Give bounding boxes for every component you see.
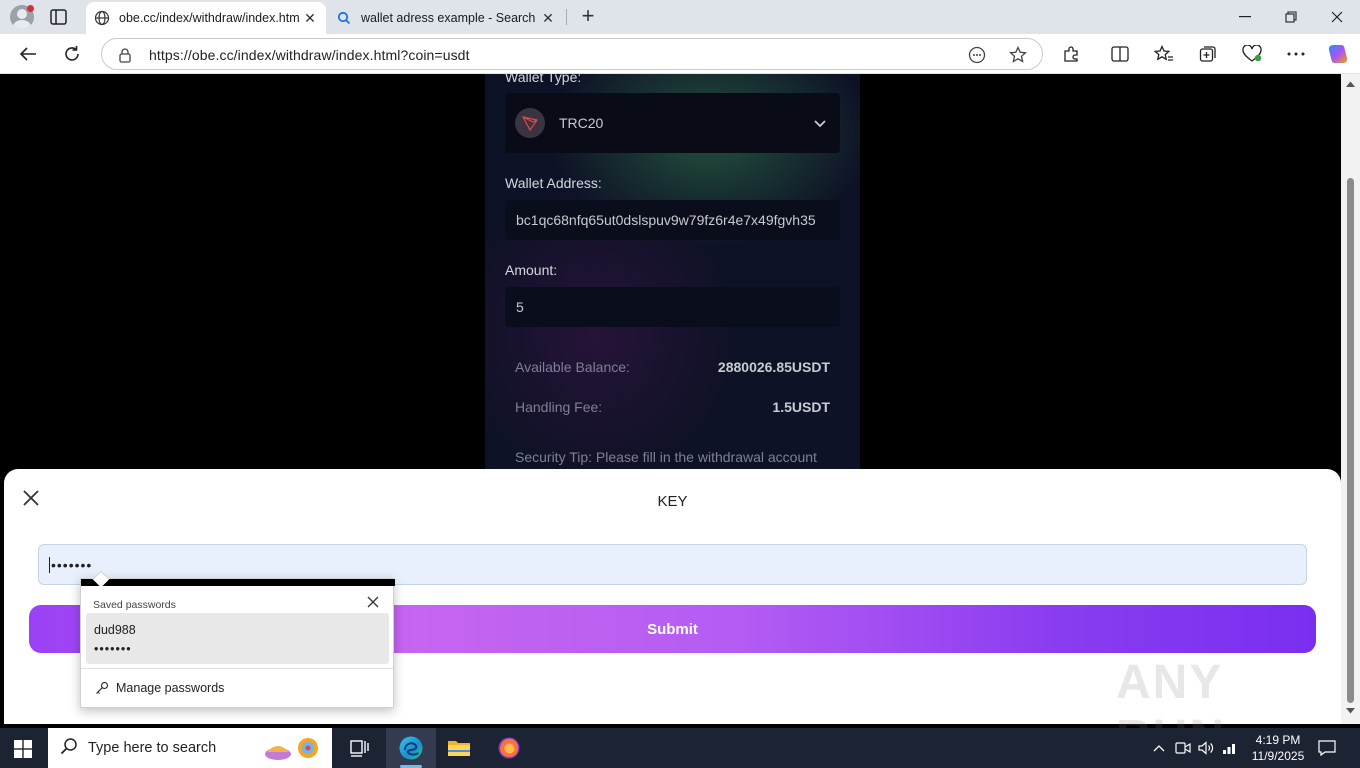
page-scrollbar[interactable] bbox=[1341, 74, 1360, 724]
close-tab-icon[interactable]: ✕ bbox=[538, 8, 558, 28]
amount-input[interactable]: 5 bbox=[505, 287, 840, 327]
tab-separator bbox=[566, 9, 567, 25]
lock-icon[interactable] bbox=[118, 47, 132, 68]
handling-fee-row: Handling Fee: 1.5USDT bbox=[515, 399, 830, 415]
new-tab-icon[interactable]: + bbox=[577, 5, 599, 28]
chevron-up-icon[interactable] bbox=[1150, 739, 1168, 757]
split-screen-icon[interactable] bbox=[1108, 42, 1132, 66]
windows-taskbar: Type here to search 4:19 PM 11/9/2025 bbox=[0, 728, 1360, 768]
collections-icon[interactable] bbox=[1196, 42, 1220, 66]
favorite-star-icon[interactable] bbox=[1008, 45, 1028, 65]
saved-passwords-popup: Saved passwords dud988 ••••••• Manage pa… bbox=[80, 570, 395, 708]
close-tab-icon[interactable]: ✕ bbox=[300, 8, 320, 28]
taskbar-search-box[interactable]: Type here to search bbox=[48, 728, 332, 768]
scrollbar-thumb[interactable] bbox=[1347, 178, 1354, 703]
extensions-icon[interactable] bbox=[1059, 42, 1083, 66]
profile-notification-badge bbox=[27, 5, 34, 12]
browser-tab-bar: obe.cc/index/withdraw/index.htm ✕ wallet… bbox=[0, 0, 1360, 34]
more-options-icon[interactable] bbox=[1284, 42, 1308, 66]
minimize-icon[interactable] bbox=[1234, 6, 1256, 28]
tab-withdraw[interactable]: obe.cc/index/withdraw/index.htm ✕ bbox=[86, 2, 326, 34]
task-view-icon[interactable] bbox=[346, 734, 374, 762]
manage-passwords-label: Manage passwords bbox=[116, 681, 225, 695]
chevron-down-icon[interactable] bbox=[814, 115, 826, 131]
system-clock[interactable]: 4:19 PM 11/9/2025 bbox=[1248, 732, 1308, 764]
handling-fee-value: 1.5USDT bbox=[772, 399, 830, 415]
taskbar-search-placeholder: Type here to search bbox=[88, 740, 217, 756]
clock-time: 4:19 PM bbox=[1255, 733, 1301, 747]
withdraw-card: Wallet Type: TRC20 Wallet Address: bc1qc… bbox=[485, 74, 860, 474]
wallet-type-value: TRC20 bbox=[559, 115, 604, 131]
tab-search[interactable]: wallet adress example - Search ✕ bbox=[328, 2, 564, 34]
browser-essentials-icon[interactable] bbox=[1240, 42, 1264, 66]
copilot-icon[interactable] bbox=[1326, 42, 1350, 66]
url-text[interactable]: https://obe.cc/index/withdraw/index.html… bbox=[149, 47, 470, 63]
tron-logo-icon bbox=[515, 108, 545, 138]
divider bbox=[81, 668, 393, 669]
search-highlight-icon bbox=[265, 738, 318, 760]
tab-actions-icon[interactable] bbox=[48, 7, 70, 27]
wallet-address-label: Wallet Address: bbox=[505, 175, 602, 191]
available-balance-label: Available Balance: bbox=[515, 359, 630, 375]
globe-icon bbox=[94, 10, 110, 26]
volume-icon[interactable] bbox=[1197, 739, 1215, 757]
restore-icon[interactable] bbox=[1280, 6, 1302, 28]
edge-browser-icon[interactable] bbox=[397, 734, 425, 762]
favorites-icon[interactable] bbox=[1152, 42, 1176, 66]
manage-passwords-link[interactable]: Manage passwords bbox=[95, 681, 224, 695]
amount-label: Amount: bbox=[505, 262, 558, 278]
network-icon[interactable] bbox=[1221, 739, 1239, 757]
address-bar[interactable]: https://obe.cc/index/withdraw/index.html… bbox=[101, 38, 1043, 70]
tab-title: obe.cc/index/withdraw/index.htm bbox=[119, 11, 300, 25]
scroll-down-arrow-icon[interactable] bbox=[1345, 707, 1356, 715]
search-icon bbox=[336, 10, 352, 26]
windows-start-icon[interactable] bbox=[14, 740, 32, 758]
wallet-address-input[interactable]: bc1qc68nfq65ut0dslspuv9w79fz6r4e7x49fgvh… bbox=[505, 200, 840, 240]
wallet-type-label: Wallet Type: bbox=[505, 74, 582, 85]
read-aloud-icon[interactable] bbox=[967, 45, 987, 65]
security-tip: Security Tip: Please fill in the withdra… bbox=[515, 449, 817, 465]
clock-date: 11/9/2025 bbox=[1251, 749, 1305, 763]
available-balance-row: Available Balance: 2880026.85USDT bbox=[515, 359, 830, 375]
tab-title: wallet adress example - Search bbox=[361, 11, 536, 25]
browser-toolbar: https://obe.cc/index/withdraw/index.html… bbox=[0, 34, 1360, 74]
search-icon bbox=[60, 737, 78, 760]
file-explorer-icon[interactable] bbox=[445, 734, 473, 762]
saved-passwords-heading: Saved passwords bbox=[93, 599, 176, 611]
popup-top-bar bbox=[81, 579, 395, 586]
close-icon[interactable] bbox=[366, 595, 382, 611]
firefox-icon[interactable] bbox=[495, 734, 523, 762]
scroll-up-arrow-icon[interactable] bbox=[1345, 80, 1356, 88]
saved-password-mask: ••••••• bbox=[94, 642, 132, 656]
notification-icon[interactable] bbox=[1318, 739, 1336, 757]
back-arrow-icon[interactable] bbox=[16, 42, 40, 66]
saved-username: dud988 bbox=[94, 623, 136, 637]
close-window-icon[interactable] bbox=[1326, 6, 1348, 28]
handling-fee-label: Handling Fee: bbox=[515, 399, 603, 415]
meet-now-icon[interactable] bbox=[1174, 739, 1192, 757]
saved-password-item[interactable]: dud988 ••••••• bbox=[86, 613, 389, 664]
refresh-icon[interactable] bbox=[60, 42, 84, 66]
modal-title: KEY bbox=[657, 493, 688, 510]
available-balance-value: 2880026.85USDT bbox=[717, 359, 830, 375]
key-password-value: ••••••• bbox=[51, 556, 93, 573]
key-icon bbox=[96, 681, 109, 694]
wallet-type-select[interactable]: TRC20 bbox=[505, 93, 840, 153]
text-caret bbox=[49, 556, 50, 573]
